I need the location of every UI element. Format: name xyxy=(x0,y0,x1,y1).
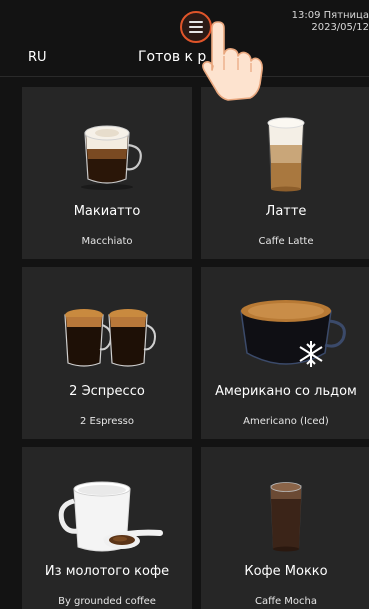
macchiato-cup-icon xyxy=(81,125,142,190)
tap-hint-hand-icon xyxy=(202,21,263,101)
drink-name: Макиатто xyxy=(73,204,141,219)
ground-coffee-icon xyxy=(58,481,163,552)
iced-americano-icon xyxy=(240,300,346,367)
drink-name: Из молотого кофе xyxy=(44,564,170,579)
drink-tile-2-espresso[interactable]: 2 Эспрессо 2 Espresso xyxy=(22,267,192,439)
drink-tile-mocha[interactable]: Кофе Мокко Caffe Mocha xyxy=(201,447,369,609)
drink-tile-ground-coffee[interactable]: Из молотого кофе By grounded coffee xyxy=(22,447,192,609)
language-selector[interactable]: RU xyxy=(28,50,47,65)
drink-subtitle: Caffe Mocha xyxy=(254,596,318,607)
app-screen: 13:09 Пятница 2023/05/12 RU Готов к р Ма… xyxy=(0,0,369,609)
drink-name: Кофе Мокко xyxy=(244,564,328,579)
double-espresso-icon xyxy=(64,309,156,367)
latte-glass-icon xyxy=(267,117,305,192)
mocha-glass-icon xyxy=(270,482,302,552)
drink-tile-iced-americano[interactable]: Американо со льдом Americano (Iced) xyxy=(201,267,369,439)
drink-name: Американо со льдом xyxy=(215,384,357,399)
status-text: Готов к р xyxy=(138,49,207,65)
clock: 13:09 Пятница 2023/05/12 xyxy=(292,10,369,34)
header: 13:09 Пятница 2023/05/12 RU Готов к р xyxy=(0,0,369,76)
time-text: 13:09 Пятница xyxy=(291,10,369,21)
drink-tile-macchiato[interactable]: Макиатто Macchiato xyxy=(22,87,192,259)
drink-subtitle: Macchiato xyxy=(81,236,133,247)
drink-name: 2 Эспрессо xyxy=(69,384,145,399)
header-divider xyxy=(0,76,369,77)
drink-subtitle: Americano (Iced) xyxy=(243,416,329,427)
date-text: 2023/05/12 xyxy=(311,22,369,33)
drink-tile-latte[interactable]: Латте Caffe Latte xyxy=(201,87,369,259)
drink-name: Латте xyxy=(265,204,307,219)
drink-subtitle: Caffe Latte xyxy=(258,236,314,247)
drink-subtitle: By grounded coffee xyxy=(58,596,156,607)
drink-subtitle: 2 Espresso xyxy=(80,416,134,427)
